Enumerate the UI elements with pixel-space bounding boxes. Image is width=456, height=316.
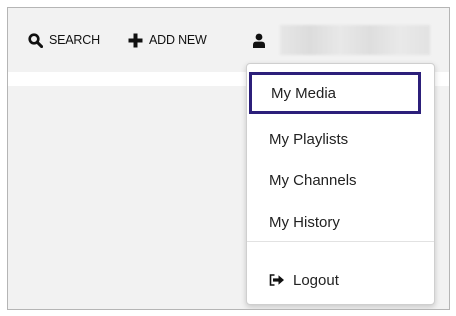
username-redacted — [280, 25, 430, 55]
menu-divider — [247, 241, 434, 242]
menu-item-label: My History — [269, 213, 340, 231]
menu-item-my-playlists[interactable]: My Playlists — [247, 119, 434, 159]
menu-item-my-media[interactable]: My Media — [249, 72, 421, 114]
search-label: SEARCH — [49, 33, 100, 47]
menu-item-my-channels[interactable]: My Channels — [247, 160, 434, 200]
logout-button[interactable]: Logout — [247, 260, 434, 300]
search-button[interactable]: SEARCH — [28, 30, 100, 50]
menu-item-label: My Media — [271, 84, 337, 102]
user-icon — [252, 33, 266, 49]
add-new-label: ADD NEW — [149, 33, 207, 47]
user-dropdown-menu: My Media My Playlists My Channels My His… — [246, 63, 435, 305]
add-new-button[interactable]: ADD NEW — [128, 30, 207, 50]
app-window: SEARCH ADD NEW My Media My Playlists My … — [7, 7, 450, 310]
sign-out-icon — [269, 274, 293, 286]
menu-item-my-history[interactable]: My History — [247, 202, 434, 242]
menu-item-label: My Playlists — [269, 130, 349, 148]
user-menu-button[interactable] — [252, 31, 266, 51]
search-icon — [28, 32, 43, 48]
logout-label: Logout — [293, 271, 339, 289]
menu-item-label: My Channels — [269, 171, 357, 189]
plus-icon — [128, 33, 143, 48]
